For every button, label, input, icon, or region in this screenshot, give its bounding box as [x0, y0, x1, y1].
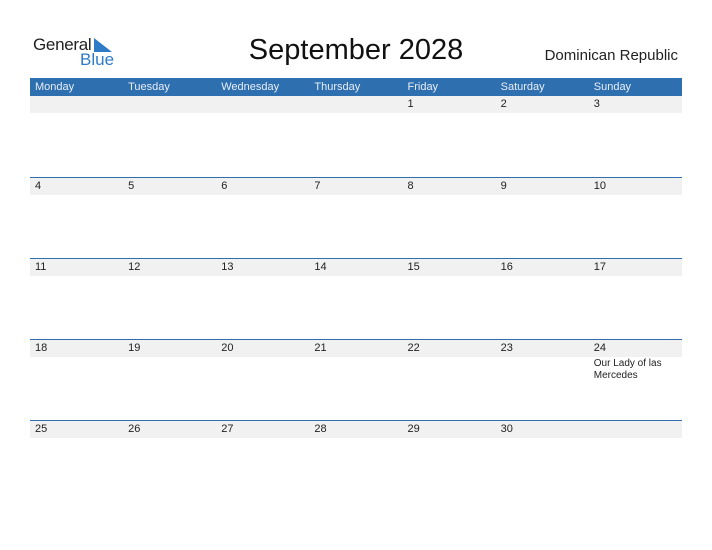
day-number: 16: [500, 261, 513, 273]
day-number: 27: [221, 423, 234, 435]
holiday-label: [216, 438, 309, 439]
date-number-row: 25 26 27 28 29 30: [30, 421, 682, 438]
holiday-label: [309, 195, 402, 196]
week-row: 4 5 6 7 8 9 10: [30, 177, 682, 258]
day-number: 7: [314, 180, 321, 192]
date-number-row: 11 12 13 14 15 16 17: [30, 259, 682, 276]
holiday-label: [216, 276, 309, 277]
day-number: 15: [407, 261, 420, 273]
holiday-label: [589, 276, 682, 277]
holiday-label: [123, 195, 216, 196]
day-number: 2: [500, 98, 507, 110]
country-label: Dominican Republic: [544, 47, 678, 64]
date-number-row: 4 5 6 7 8 9 10: [30, 178, 682, 195]
holiday-label: [403, 113, 496, 114]
week-row: 18 19 20 21 22 23 24 Our Lady of las Mercedes: [30, 339, 682, 420]
holiday-label: [216, 357, 309, 382]
holiday-label: [30, 438, 123, 439]
weekday-tuesday: Tuesday: [128, 81, 170, 93]
weekday-monday: Monday: [35, 81, 75, 93]
holiday-label: [403, 276, 496, 277]
day-number: 12: [128, 261, 141, 273]
holiday-label: [403, 357, 496, 382]
day-number: 30: [500, 423, 513, 435]
day-number: 13: [221, 261, 234, 273]
weekday-saturday: Saturday: [500, 81, 545, 93]
holiday-label: [496, 438, 589, 439]
holiday-label: [589, 113, 682, 114]
day-number: 18: [35, 342, 48, 354]
holiday-label: [309, 438, 402, 439]
event-row: [30, 195, 682, 196]
day-number: 20: [221, 342, 234, 354]
holiday-label: [589, 438, 682, 439]
holiday-label: [403, 438, 496, 439]
day-number: 14: [314, 261, 327, 273]
holiday-label: [309, 113, 402, 114]
date-number-row: 1 2 3: [30, 96, 682, 113]
day-number: 23: [500, 342, 513, 354]
holiday-label: [30, 276, 123, 277]
calendar-grid: Monday Tuesday Wednesday Thursday Friday…: [30, 78, 682, 501]
holiday-label: [496, 195, 589, 196]
holiday-label: [123, 438, 216, 439]
week-row: 25 26 27 28 29 30: [30, 420, 682, 501]
holiday-label: Our Lady of las Mercedes: [593, 358, 662, 381]
weekday-sunday: Sunday: [593, 81, 632, 93]
day-number: [589, 421, 682, 438]
day-number: 29: [407, 423, 420, 435]
weekday-friday: Friday: [407, 81, 439, 93]
holiday-label: [309, 276, 402, 277]
day-number: 8: [407, 180, 414, 192]
holiday-label: [123, 113, 216, 114]
holiday-label: [216, 113, 309, 114]
holiday-label: [30, 113, 123, 114]
event-row: [30, 276, 682, 277]
day-number: 24: [593, 342, 606, 354]
holiday-label: [123, 357, 216, 382]
day-number: 26: [128, 423, 141, 435]
day-number: 22: [407, 342, 420, 354]
event-row: [30, 113, 682, 114]
day-number: [309, 96, 402, 113]
day-number: 9: [500, 180, 507, 192]
holiday-label: [30, 195, 123, 196]
day-number: 25: [35, 423, 48, 435]
week-row: 1 2 3: [30, 96, 682, 177]
weekday-thursday: Thursday: [314, 81, 361, 93]
day-number: 10: [593, 180, 606, 192]
day-number: 1: [407, 98, 414, 110]
holiday-label: [309, 357, 402, 382]
event-row: Our Lady of las Mercedes: [30, 357, 682, 382]
holiday-label: [496, 357, 589, 382]
holiday-label: [123, 276, 216, 277]
date-number-row: 18 19 20 21 22 23 24: [30, 340, 682, 357]
week-row: 11 12 13 14 15 16 17: [30, 258, 682, 339]
day-number: 6: [221, 180, 228, 192]
holiday-label: [589, 195, 682, 196]
day-number: 11: [35, 261, 47, 273]
holiday-label: [496, 113, 589, 114]
event-row: [30, 438, 682, 439]
holiday-label: [403, 195, 496, 196]
day-number: 19: [128, 342, 141, 354]
holiday-label: [496, 276, 589, 277]
day-number: 21: [314, 342, 327, 354]
weekday-wednesday: Wednesday: [221, 81, 280, 93]
day-number: 17: [593, 261, 606, 273]
day-number: [30, 96, 123, 113]
day-number: [216, 96, 309, 113]
day-number: 3: [593, 98, 600, 110]
holiday-label: [30, 357, 123, 382]
day-number: [123, 96, 216, 113]
holiday-label: [216, 195, 309, 196]
day-number: 4: [35, 180, 42, 192]
day-number: 5: [128, 180, 135, 192]
weekday-header: Monday Tuesday Wednesday Thursday Friday…: [30, 78, 682, 96]
day-number: 28: [314, 423, 327, 435]
